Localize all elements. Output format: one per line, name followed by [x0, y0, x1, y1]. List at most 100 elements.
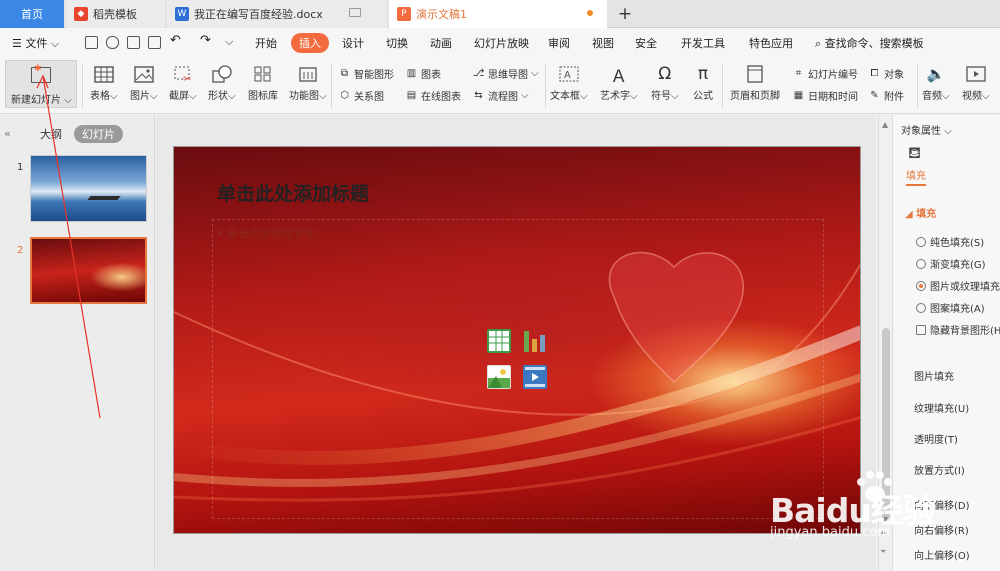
- chart-label: 图表: [421, 70, 441, 81]
- shape-button[interactable]: 形状⌵: [208, 64, 236, 102]
- chart-button[interactable]: ▥ 图表: [405, 66, 441, 81]
- menu-bar: ☰ 文件 ⌵ ↶ ↷ ⌵ 开始 插入 设计 切换 动画 幻灯片放映 审阅 视图 …: [0, 28, 1000, 58]
- watermark-url-text: jingyan.baidu.com: [770, 525, 890, 540]
- function-chart-button[interactable]: 功能图⌵: [289, 64, 327, 102]
- fill-section-toggle[interactable]: ◢ 填充: [905, 205, 936, 220]
- menu-view[interactable]: 视图: [592, 35, 614, 51]
- current-slide[interactable]: 单击此处添加标题 • 单击此处添加文本: [173, 146, 861, 534]
- print-preview-icon[interactable]: [148, 36, 161, 49]
- textbox-button[interactable]: A 文本框⌵: [550, 64, 588, 102]
- menu-review[interactable]: 审阅: [548, 35, 570, 51]
- slide-number-button[interactable]: ⌗ 幻灯片编号: [792, 66, 858, 81]
- quick-access-dropdown-icon[interactable]: ⌵: [225, 35, 233, 49]
- insert-chart-icon[interactable]: [523, 329, 547, 353]
- print-icon[interactable]: [127, 36, 140, 49]
- gallery-label: 图标库: [248, 91, 278, 102]
- radio-icon: [916, 302, 926, 313]
- file-menu[interactable]: ☰ 文件 ⌵: [12, 35, 59, 51]
- slide-thumbnail-2[interactable]: [30, 237, 147, 304]
- icon-gallery-button[interactable]: 图标库: [248, 64, 278, 102]
- menu-insert[interactable]: 插入: [291, 33, 329, 53]
- insert-video-icon[interactable]: [523, 365, 547, 389]
- document-tab-bar: 首页 ◆ 稻壳模板 W 我正在编写百度经验.docx P 演示文稿1 +: [0, 0, 1000, 28]
- ribbon-divider: [917, 64, 918, 108]
- insert-picture-icon[interactable]: [487, 365, 511, 389]
- gradient-fill-label: 渐变填充(G): [930, 260, 986, 271]
- calendar-icon: ▦: [793, 90, 804, 101]
- slide-title-placeholder[interactable]: 单击此处添加标题: [217, 179, 369, 206]
- menu-start[interactable]: 开始: [255, 35, 277, 51]
- pattern-fill-option[interactable]: 图案填充(A): [916, 300, 985, 315]
- audio-button[interactable]: 🔈 音频⌵: [922, 64, 950, 102]
- video-icon: [965, 64, 987, 84]
- menu-design[interactable]: 设计: [342, 35, 364, 51]
- object-properties-dropdown[interactable]: 对象属性 ⌵: [901, 122, 952, 137]
- gradient-fill-option[interactable]: 渐变填充(G): [916, 256, 986, 271]
- solid-fill-option[interactable]: 纯色填充(S): [916, 234, 984, 249]
- art-text-button[interactable]: Ａ 艺术字⌵: [600, 64, 638, 103]
- header-footer-icon: [744, 64, 766, 84]
- collapse-panel-icon[interactable]: «: [4, 127, 11, 140]
- tab-home[interactable]: 首页: [0, 0, 64, 28]
- symbol-button[interactable]: Ω 符号⌵: [651, 64, 679, 102]
- datetime-button[interactable]: ▦ 日期和时间: [792, 88, 858, 103]
- function-chart-icon: [297, 64, 319, 84]
- picture-button[interactable]: 图片⌵: [130, 64, 158, 102]
- paperclip-icon: ✎: [870, 90, 879, 101]
- radio-icon: [916, 236, 926, 247]
- menu-developer[interactable]: 开发工具: [681, 35, 725, 51]
- online-chart-button[interactable]: ▤ 在线图表: [405, 88, 461, 103]
- new-tab-button[interactable]: +: [610, 0, 640, 28]
- slide-body-text: 单击此处添加文本: [227, 227, 315, 240]
- save-icon[interactable]: [85, 36, 98, 49]
- hide-background-checkbox[interactable]: 隐藏背景图形(H): [916, 322, 1000, 337]
- table-icon: [93, 64, 115, 84]
- command-search[interactable]: ⌕ 查找命令、搜索模板: [815, 35, 924, 51]
- slide-thumbnail-1[interactable]: [30, 155, 147, 222]
- slide-number-icon: ⌗: [795, 68, 802, 79]
- format-painter-icon[interactable]: [106, 36, 119, 49]
- video-button[interactable]: 视频⌵: [962, 64, 990, 102]
- new-slide-button[interactable]: ✱ 新建幻灯片 ⌵: [5, 60, 77, 108]
- file-menu-label: 文件: [25, 37, 48, 50]
- online-chart-icon: ▤: [406, 90, 417, 101]
- table-button[interactable]: 表格⌵: [90, 64, 118, 102]
- relation-chart-button[interactable]: ⬡ 关系图: [338, 88, 384, 103]
- object-button[interactable]: ⧠ 对象: [868, 66, 905, 81]
- insert-table-icon[interactable]: [487, 329, 511, 353]
- redo-icon[interactable]: ↷: [200, 33, 211, 48]
- hide-background-label: 隐藏背景图形(H): [930, 326, 1000, 337]
- radio-selected-icon: [916, 280, 926, 291]
- header-footer-button[interactable]: 页眉和页脚: [730, 64, 780, 102]
- object-label: 对象: [884, 70, 904, 81]
- shape-icon: [211, 64, 233, 84]
- menu-transition[interactable]: 切换: [386, 35, 408, 51]
- formula-button[interactable]: π 公式: [692, 64, 714, 102]
- tab-word-document[interactable]: W 我正在编写百度经验.docx: [167, 0, 387, 28]
- tab-slides[interactable]: 幻灯片: [74, 125, 123, 143]
- symbol-label: 符号: [651, 91, 671, 102]
- pattern-fill-label: 图案填充(A): [930, 304, 985, 315]
- menu-features[interactable]: 特色应用: [749, 35, 793, 51]
- flowchart-button[interactable]: ⇆ 流程图 ⌵: [472, 88, 528, 103]
- menu-animation[interactable]: 动画: [430, 35, 452, 51]
- svg-text:✂: ✂: [183, 74, 191, 83]
- menu-slideshow[interactable]: 幻灯片放映: [474, 35, 529, 51]
- undo-icon[interactable]: ↶: [170, 33, 181, 48]
- slide-body-placeholder[interactable]: • 单击此处添加文本: [217, 225, 315, 241]
- monitor-icon[interactable]: [349, 8, 361, 17]
- scroll-up-icon[interactable]: ▲: [882, 120, 888, 129]
- tab-outline[interactable]: 大纲: [40, 126, 62, 142]
- fill-tab[interactable]: 填充: [906, 167, 926, 186]
- picture-texture-fill-option[interactable]: 图片或纹理填充: [916, 278, 1000, 293]
- smart-shape-button[interactable]: ⧉ 智能图形: [338, 66, 394, 81]
- slide-thumbnail-panel: « 大纲 幻灯片 1 2: [0, 115, 155, 571]
- insert-ribbon: ✱ 新建幻灯片 ⌵ 表格⌵ 图片⌵ ✂ 截屏⌵ 形状⌵ 图标库 功能图⌵ ⧉ 智能图…: [0, 58, 1000, 114]
- tab-docer-templates[interactable]: ◆ 稻壳模板: [66, 0, 165, 28]
- mindmap-button[interactable]: ⎇ 思维导图 ⌵: [472, 66, 539, 81]
- tab-presentation[interactable]: P 演示文稿1: [389, 0, 607, 28]
- screenshot-button[interactable]: ✂ 截屏⌵: [169, 64, 197, 102]
- attachment-button[interactable]: ✎ 附件: [868, 88, 904, 103]
- ribbon-divider: [331, 64, 332, 108]
- menu-security[interactable]: 安全: [635, 35, 657, 51]
